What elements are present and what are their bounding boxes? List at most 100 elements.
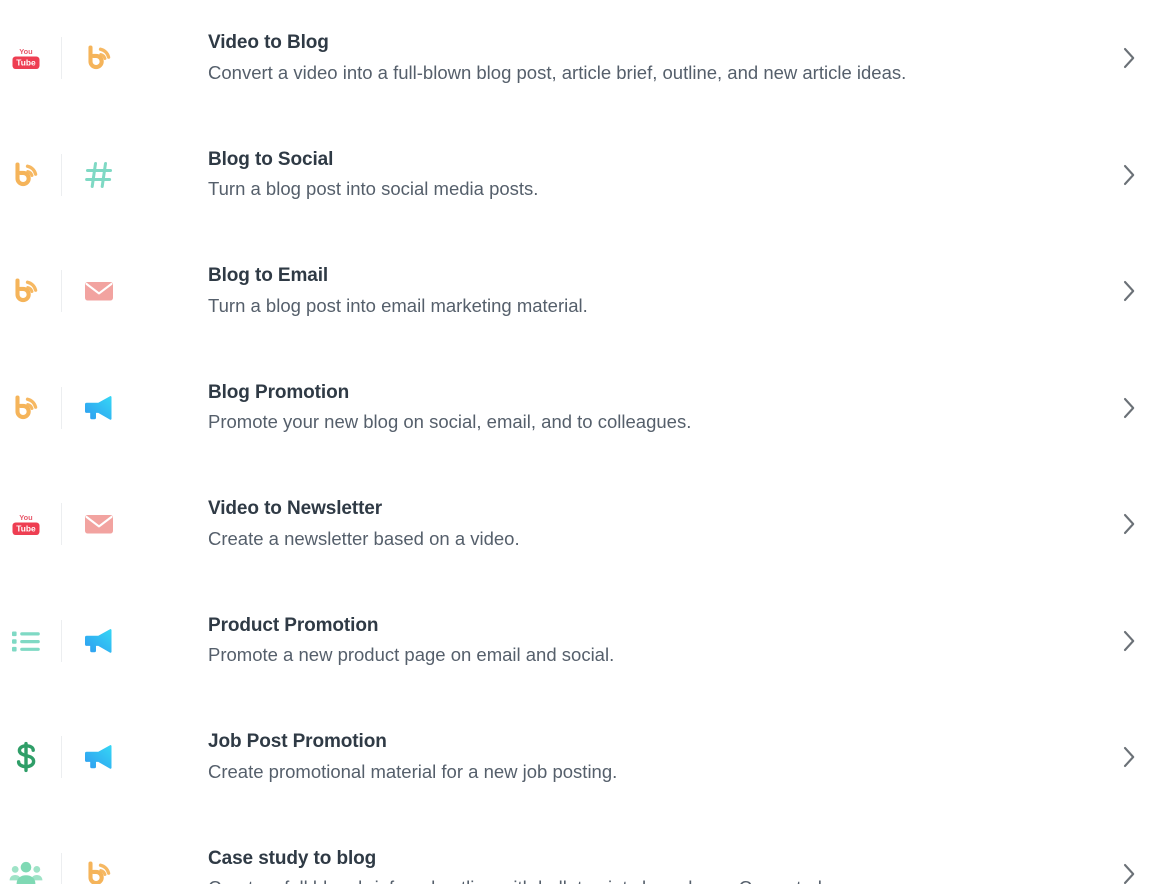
envelope-icon (85, 282, 113, 301)
megaphone-icon (85, 395, 112, 420)
icon-pair (0, 816, 208, 884)
workflow-row-case-study-to-blog[interactable]: Case study to blog Create a full blog, br… (0, 815, 1167, 884)
youtube-icon: You Tube (12, 513, 40, 536)
list-icon (12, 631, 40, 652)
row-description: Promote a new product page on email and … (208, 644, 615, 666)
people-icon (9, 861, 43, 884)
youtube-icon: You Tube (12, 47, 40, 70)
icon-divider (61, 270, 62, 313)
icon-divider (61, 852, 62, 884)
icon-pair (0, 233, 208, 350)
workflow-list: You Tube Video to Blog Convert a video in… (0, 0, 1167, 884)
megaphone-icon (85, 628, 112, 653)
icon-divider (61, 619, 62, 662)
icon-divider (61, 153, 62, 196)
blog-icon (15, 162, 38, 186)
secondary-icon-slot (79, 504, 119, 544)
primary-icon-slot (6, 155, 46, 195)
secondary-icon-slot (79, 621, 119, 661)
chevron-right-icon[interactable] (1123, 47, 1136, 69)
icon-divider (61, 386, 62, 429)
secondary-icon-slot (79, 388, 119, 428)
primary-icon-slot (6, 271, 46, 311)
chevron-right-icon[interactable] (1123, 397, 1136, 419)
row-title: Video to Blog (208, 32, 329, 54)
chevron-right-icon[interactable] (1123, 280, 1136, 302)
icon-pair (0, 583, 208, 700)
workflow-row-blog-to-email[interactable]: Blog to Email Turn a blog post into email… (0, 233, 1167, 350)
row-title: Product Promotion (208, 614, 379, 636)
primary-icon-slot (6, 621, 46, 661)
svg-text:Tube: Tube (16, 524, 36, 534)
primary-icon-slot: You Tube (6, 38, 46, 78)
chevron-right-icon[interactable] (1123, 513, 1136, 535)
dollar-icon (16, 742, 36, 773)
row-chevron-button[interactable] (1123, 117, 1167, 234)
chevron-right-icon[interactable] (1123, 164, 1136, 186)
icon-pair (0, 699, 208, 816)
workflow-row-video-to-newsletter[interactable]: You Tube Video to Newsletter Create a new… (0, 466, 1167, 583)
blog-icon (88, 861, 111, 884)
icon-pair: You Tube (0, 466, 208, 583)
icon-divider (61, 503, 62, 546)
row-chevron-button[interactable] (1123, 699, 1167, 816)
row-title: Case study to blog (208, 847, 377, 869)
icon-divider (61, 736, 62, 779)
chevron-right-icon[interactable] (1123, 863, 1136, 884)
row-chevron-button[interactable] (1123, 350, 1167, 467)
icon-divider (61, 37, 62, 80)
row-description: Turn a blog post into email marketing ma… (208, 294, 588, 316)
blog-icon (15, 395, 38, 419)
icon-pair (0, 117, 208, 234)
icon-pair: You Tube (0, 0, 208, 117)
primary-icon-slot: You Tube (6, 504, 46, 544)
svg-text:Tube: Tube (16, 58, 36, 68)
row-title: Video to Newsletter (208, 498, 383, 520)
row-description: Create promotional material for a new jo… (208, 760, 618, 782)
workflow-row-blog-to-social[interactable]: Blog to Social Turn a blog post into soci… (0, 116, 1167, 234)
secondary-icon-slot (79, 155, 119, 195)
row-text: Blog Promotion Promote your new blog on s… (208, 380, 1123, 436)
row-text: Job Post Promotion Create promotional mat… (208, 729, 1123, 785)
hashtag-icon (85, 161, 112, 188)
row-title: Blog Promotion (208, 381, 350, 403)
row-title: Job Post Promotion (208, 731, 387, 753)
chevron-right-icon[interactable] (1123, 746, 1136, 768)
secondary-icon-slot (79, 854, 119, 884)
row-text: Blog to Email Turn a blog post into email… (208, 263, 1123, 319)
icon-pair (0, 350, 208, 467)
secondary-icon-slot (79, 38, 119, 78)
row-chevron-button[interactable] (1123, 583, 1167, 700)
primary-icon-slot (6, 854, 46, 884)
row-text: Video to Blog Convert a video into a full… (208, 30, 1123, 86)
row-chevron-button[interactable] (1123, 0, 1167, 117)
row-text: Product Promotion Promote a new product p… (208, 613, 1123, 669)
workflow-row-product-promotion[interactable]: Product Promotion Promote a new product p… (0, 582, 1167, 700)
row-description: Turn a blog post into social media posts… (208, 178, 539, 200)
secondary-icon-slot (79, 271, 119, 311)
row-text: Blog to Social Turn a blog post into soci… (208, 147, 1123, 203)
row-title: Blog to Email (208, 265, 329, 287)
svg-text:You: You (19, 513, 33, 522)
megaphone-icon (85, 745, 112, 769)
blog-icon (15, 278, 38, 303)
workflow-row-video-to-blog[interactable]: You Tube Video to Blog Convert a video in… (0, 0, 1167, 117)
row-text: Video to Newsletter Create a newsletter b… (208, 496, 1123, 552)
primary-icon-slot (6, 388, 46, 428)
chevron-right-icon[interactable] (1123, 630, 1136, 652)
primary-icon-slot (6, 737, 46, 777)
row-description: Create a newsletter based on a video. (208, 527, 520, 549)
svg-text:You: You (19, 47, 33, 56)
row-text: Case study to blog Create a full blog, br… (208, 846, 1123, 884)
row-title: Blog to Social (208, 148, 334, 170)
row-chevron-button[interactable] (1123, 233, 1167, 350)
envelope-icon (85, 515, 113, 534)
workflow-row-blog-promotion[interactable]: Blog Promotion Promote your new blog on s… (0, 349, 1167, 467)
row-chevron-button[interactable] (1123, 816, 1167, 884)
row-chevron-button[interactable] (1123, 466, 1167, 583)
row-description: Promote your new blog on social, email, … (208, 411, 692, 433)
workflow-row-job-post-promotion[interactable]: Job Post Promotion Create promotional mat… (0, 699, 1167, 816)
row-description: Create a full blog, brief, and outline w… (208, 874, 1099, 884)
row-description: Convert a video into a full-blown blog p… (208, 61, 907, 83)
blog-icon (88, 45, 111, 70)
